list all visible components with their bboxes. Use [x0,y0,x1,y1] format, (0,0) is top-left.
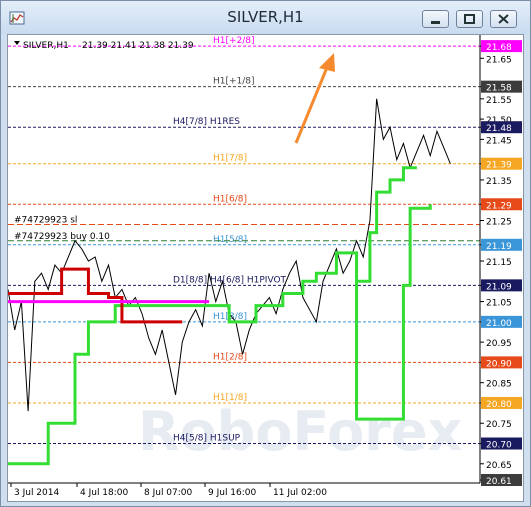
chart-area[interactable]: RoboForex H1[+2/8] H1[+1/8] H4[7/8] H1RES H… [7,34,524,502]
price-label: 20.70 [486,441,512,451]
price-label: 21.39 [486,161,512,171]
level-label: H1[1/8] [213,393,247,403]
level-label: H4[7/8] H1RES [173,117,240,127]
arrow-head-icon [319,53,335,72]
price-label: 21.29 [486,201,512,211]
time-label: 8 Jul 07:00 [144,488,193,498]
level-label: H1[2/8] [213,352,247,362]
time-label: 4 Jul 18:00 [80,488,129,498]
window-title: SILVER,H1 [227,8,304,26]
price-label: 21.05 [486,299,512,309]
price-label: 21.00 [486,319,512,329]
close-button[interactable] [490,10,517,28]
level-label: H1[6/8] [213,194,247,204]
time-label: 3 Jul 2014 [14,488,59,498]
ohlc-label: 21.39 21.41 21.38 21.39 [82,41,194,51]
time-label: 11 Jul 02:00 [273,488,327,498]
level-label: H1[7/8] [213,154,247,164]
price-label: 21.09 [486,282,512,292]
time-label: 9 Jul 16:00 [208,488,257,498]
price-label: 21.19 [486,242,512,252]
price-label: 21.45 [486,136,512,146]
level-label: H1[+1/8] [213,77,255,87]
dropdown-triangle-icon[interactable] [14,41,20,45]
level-label: D1[8/8] H4[6/8] H1PIVOT [173,275,287,285]
price-label: 20.65 [486,461,512,471]
close-icon [498,14,509,24]
price-label: 20.85 [486,380,512,390]
level-label: H4[5/8] H1SUP [173,434,241,444]
level-label: H1[+2/8] [213,36,255,46]
level-label: H1[5/8] [213,235,247,245]
price-label: 21.55 [486,96,512,106]
price-label: 20.80 [486,400,512,410]
price-label: 21.35 [486,177,512,187]
chart-header: SILVER,H1 21.39 21.41 21.38 21.39 [14,41,194,51]
price-label: 20.75 [486,420,512,430]
price-label: 20.90 [486,359,512,369]
price-chart[interactable]: RoboForex H1[+2/8] H1[+1/8] H4[7/8] H1RES H… [7,35,523,501]
price-label: 21.25 [486,217,512,227]
symbol-label: SILVER,H1 [23,41,69,51]
price-label: 21.48 [486,124,512,134]
minimize-button[interactable] [422,10,449,28]
order-label: #74729923 buy 0.10 [14,232,110,242]
up-arrow-annotation [294,53,335,144]
price-label: 20.61 [486,477,512,487]
price-label: 21.65 [486,55,512,65]
price-label: 21.58 [486,84,512,94]
restore-icon [464,14,475,24]
minimize-icon [431,21,440,24]
price-label: 20.95 [486,339,512,349]
order-label: #74729923 sl [14,216,77,226]
watermark: RoboForex [138,400,462,463]
price-label: 21.68 [486,43,512,53]
restore-button[interactable] [456,10,483,28]
title-bar[interactable]: SILVER,H1 [1,1,530,34]
chart-window: SILVER,H1 RoboForex H1[+2/8] H1[+1/8] H4[7… [0,0,531,507]
price-label: 21.15 [486,258,512,268]
